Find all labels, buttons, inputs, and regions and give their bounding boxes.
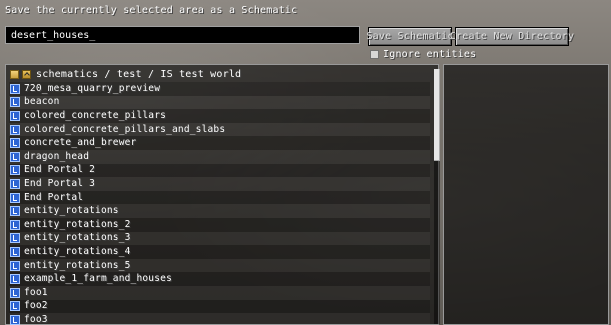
schematic-preview-panel: [443, 64, 609, 325]
schematic-file-icon: [10, 246, 20, 257]
schematic-list-item[interactable]: entity_rotations_4: [9, 245, 430, 259]
schematic-file-icon: [10, 206, 20, 217]
schematic-file-browser: schematics / test / IS test world 720_me…: [5, 64, 440, 325]
directory-path-row: schematics / test / IS test world: [10, 68, 241, 81]
schematic-file-list: 720_mesa_quarry_preview beacon colored_con…: [9, 82, 430, 325]
schematic-list-item-label: End Portal 3: [24, 177, 96, 189]
schematic-list-item-label: concrete_and_brewer: [24, 137, 137, 149]
schematic-file-icon: [10, 274, 20, 285]
schematic-file-icon: [10, 110, 20, 121]
schematic-file-icon: [10, 219, 20, 230]
schematic-file-icon: [10, 83, 20, 94]
schematic-file-icon: [10, 287, 20, 298]
ignore-entities-checkbox[interactable]: [370, 50, 379, 59]
schematic-list-item-label: beacon: [24, 96, 60, 108]
schematic-list-item-label: entity_rotations_2: [24, 218, 131, 230]
schematic-list-item-label: End Portal 2: [24, 164, 96, 176]
schematic-list-item-label: entity_rotations_3: [24, 232, 131, 244]
ignore-entities-label: Ignore entities: [383, 49, 477, 60]
schematic-list-item-label: entity_rotations_4: [24, 245, 131, 257]
schematic-list-item[interactable]: example_1_farm_and_houses: [9, 272, 430, 286]
schematic-list-item[interactable]: foo3: [9, 313, 430, 325]
schematic-file-icon: [10, 192, 20, 203]
schematic-file-icon: [10, 260, 20, 271]
schematic-file-icon: [10, 97, 20, 108]
schematic-file-icon: [10, 124, 20, 135]
schematic-list-item[interactable]: colored_concrete_pillars: [9, 109, 430, 123]
schematic-list-item-label: colored_concrete_pillars: [24, 109, 167, 121]
schematic-list-item[interactable]: End Portal 2: [9, 163, 430, 178]
save-schematic-button[interactable]: Save Schematic: [366, 27, 454, 46]
folder-root-icon[interactable]: [10, 70, 19, 79]
save-schematic-button-label: Save Schematic: [366, 31, 454, 42]
schematic-list-item[interactable]: beacon: [9, 96, 430, 110]
schematic-list-item-label: example_1_farm_and_houses: [24, 273, 172, 285]
schematic-list-item[interactable]: colored_concrete_pillars_and_slabs: [9, 123, 430, 137]
schematic-list-item[interactable]: concrete_and_brewer: [9, 136, 430, 150]
schematic-list-item-label: foo1: [24, 286, 48, 298]
schematic-file-icon: [10, 233, 20, 244]
schematic-list-item[interactable]: foo1: [9, 286, 430, 300]
schematic-file-icon: [10, 301, 20, 312]
schematic-list-item[interactable]: entity_rotations_2: [9, 217, 430, 232]
schematic-list-item[interactable]: foo2: [9, 299, 430, 314]
schematic-list-item-label: 720_mesa_quarry_preview: [24, 82, 161, 94]
schematic-list-item[interactable]: End Portal: [9, 190, 430, 205]
schematic-list-item-label: foo2: [24, 300, 48, 312]
schematic-list-item-label: entity_rotations_5: [24, 259, 131, 271]
schematic-save-screen: Save the currently selected area as a Sc…: [0, 0, 611, 325]
schematic-list-item[interactable]: End Portal 3: [9, 177, 430, 191]
schematic-list-item[interactable]: entity_rotations: [9, 204, 430, 218]
create-new-directory-button[interactable]: Create New Directory: [450, 27, 574, 46]
schematic-list-item-label: foo3: [24, 313, 48, 325]
schematic-list-item[interactable]: entity_rotations_5: [9, 259, 430, 273]
schematic-file-icon: [10, 314, 20, 325]
schematic-file-icon: [10, 151, 20, 162]
schematic-file-icon: [10, 165, 20, 176]
schematic-list-item-label: entity_rotations: [24, 205, 119, 217]
screen-title: Save the currently selected area as a Sc…: [5, 5, 298, 16]
schematic-list-item[interactable]: entity_rotations_3: [9, 232, 430, 246]
schematic-list-item-label: colored_concrete_pillars_and_slabs: [24, 123, 226, 135]
schematic-list-item[interactable]: 720_mesa_quarry_preview: [9, 82, 430, 96]
create-new-directory-button-label: Create New Directory: [449, 31, 575, 42]
current-directory-path: schematics / test / IS test world: [36, 69, 242, 80]
schematic-list-item[interactable]: dragon_head: [9, 150, 430, 164]
folder-up-icon[interactable]: [22, 70, 31, 79]
schematic-list-item-label: End Portal: [24, 191, 84, 203]
schematic-file-icon: [10, 178, 20, 189]
file-list-scrollbar[interactable]: [434, 69, 440, 324]
schematic-name-input[interactable]: [5, 26, 360, 44]
file-list-scrollbar-thumb[interactable]: [434, 69, 440, 161]
schematic-file-icon: [10, 138, 20, 149]
schematic-list-item-label: dragon_head: [24, 150, 90, 162]
